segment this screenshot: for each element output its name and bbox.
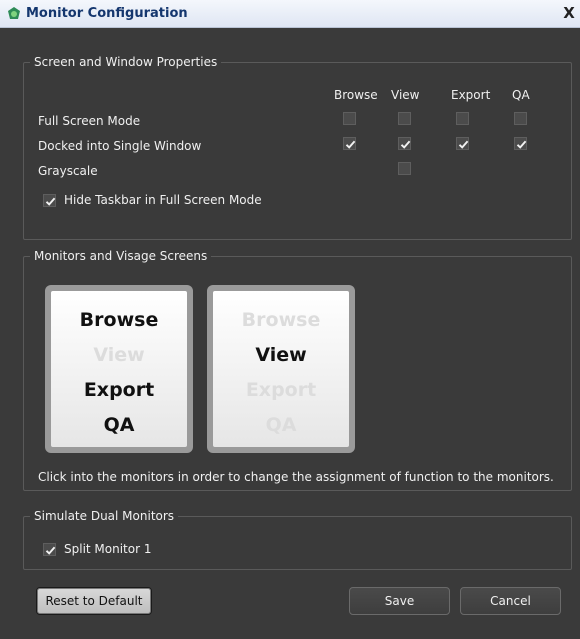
row-label-docked: Docked into Single Window [38, 139, 202, 153]
docked-qa-checkbox[interactable] [514, 137, 527, 150]
split-monitor-checkbox[interactable] [43, 543, 56, 556]
docked-browse-checkbox[interactable] [343, 137, 356, 150]
full-screen-browse-checkbox[interactable] [343, 112, 356, 125]
check-icon [45, 197, 56, 206]
save-button[interactable]: Save [349, 587, 450, 615]
window-title: Monitor Configuration [26, 6, 188, 21]
close-icon[interactable]: X [560, 3, 578, 23]
column-header-export: Export [451, 88, 491, 102]
check-icon [516, 140, 527, 149]
check-icon [400, 140, 411, 149]
check-icon [345, 140, 356, 149]
cancel-button[interactable]: Cancel [460, 587, 561, 615]
monitor-2[interactable]: Browse View Export QA [207, 285, 355, 453]
monitor-1-function-qa: QA [103, 414, 135, 436]
app-logo-icon [8, 7, 20, 19]
docked-view-checkbox[interactable] [398, 137, 411, 150]
row-label-full-screen: Full Screen Mode [38, 114, 141, 128]
monitor-2-function-browse: Browse [241, 309, 321, 331]
check-icon [458, 140, 469, 149]
monitor-2-function-view: View [255, 344, 307, 366]
grayscale-view-checkbox[interactable] [398, 162, 411, 175]
monitor-1-function-browse: Browse [79, 309, 159, 331]
hide-taskbar-label: Hide Taskbar in Full Screen Mode [64, 193, 262, 207]
monitor-1-function-export: Export [83, 379, 155, 401]
column-header-qa: QA [512, 88, 530, 102]
monitors-hint: Click into the monitors in order to chan… [38, 470, 554, 484]
monitor-2-function-qa: QA [265, 414, 297, 436]
title-bar: Monitor Configuration X [0, 0, 580, 28]
monitor-2-screen: Browse View Export QA [213, 291, 349, 447]
screen-properties-title: Screen and Window Properties [30, 55, 222, 69]
hide-taskbar-checkbox[interactable] [43, 194, 56, 207]
monitor-1-function-view: View [93, 344, 145, 366]
column-header-browse: Browse [334, 88, 378, 102]
reset-to-default-button[interactable]: Reset to Default [36, 587, 152, 615]
full-screen-export-checkbox[interactable] [456, 112, 469, 125]
full-screen-qa-checkbox[interactable] [514, 112, 527, 125]
simulate-title: Simulate Dual Monitors [30, 509, 179, 523]
monitor-1[interactable]: Browse View Export QA [45, 285, 193, 453]
split-monitor-label: Split Monitor 1 [64, 542, 152, 556]
docked-export-checkbox[interactable] [456, 137, 469, 150]
monitor-1-screen: Browse View Export QA [51, 291, 187, 447]
check-icon [45, 546, 56, 555]
full-screen-view-checkbox[interactable] [398, 112, 411, 125]
monitor-2-function-export: Export [245, 379, 317, 401]
column-header-view: View [391, 88, 420, 102]
monitors-title: Monitors and Visage Screens [30, 249, 212, 263]
row-label-grayscale: Grayscale [38, 164, 98, 178]
